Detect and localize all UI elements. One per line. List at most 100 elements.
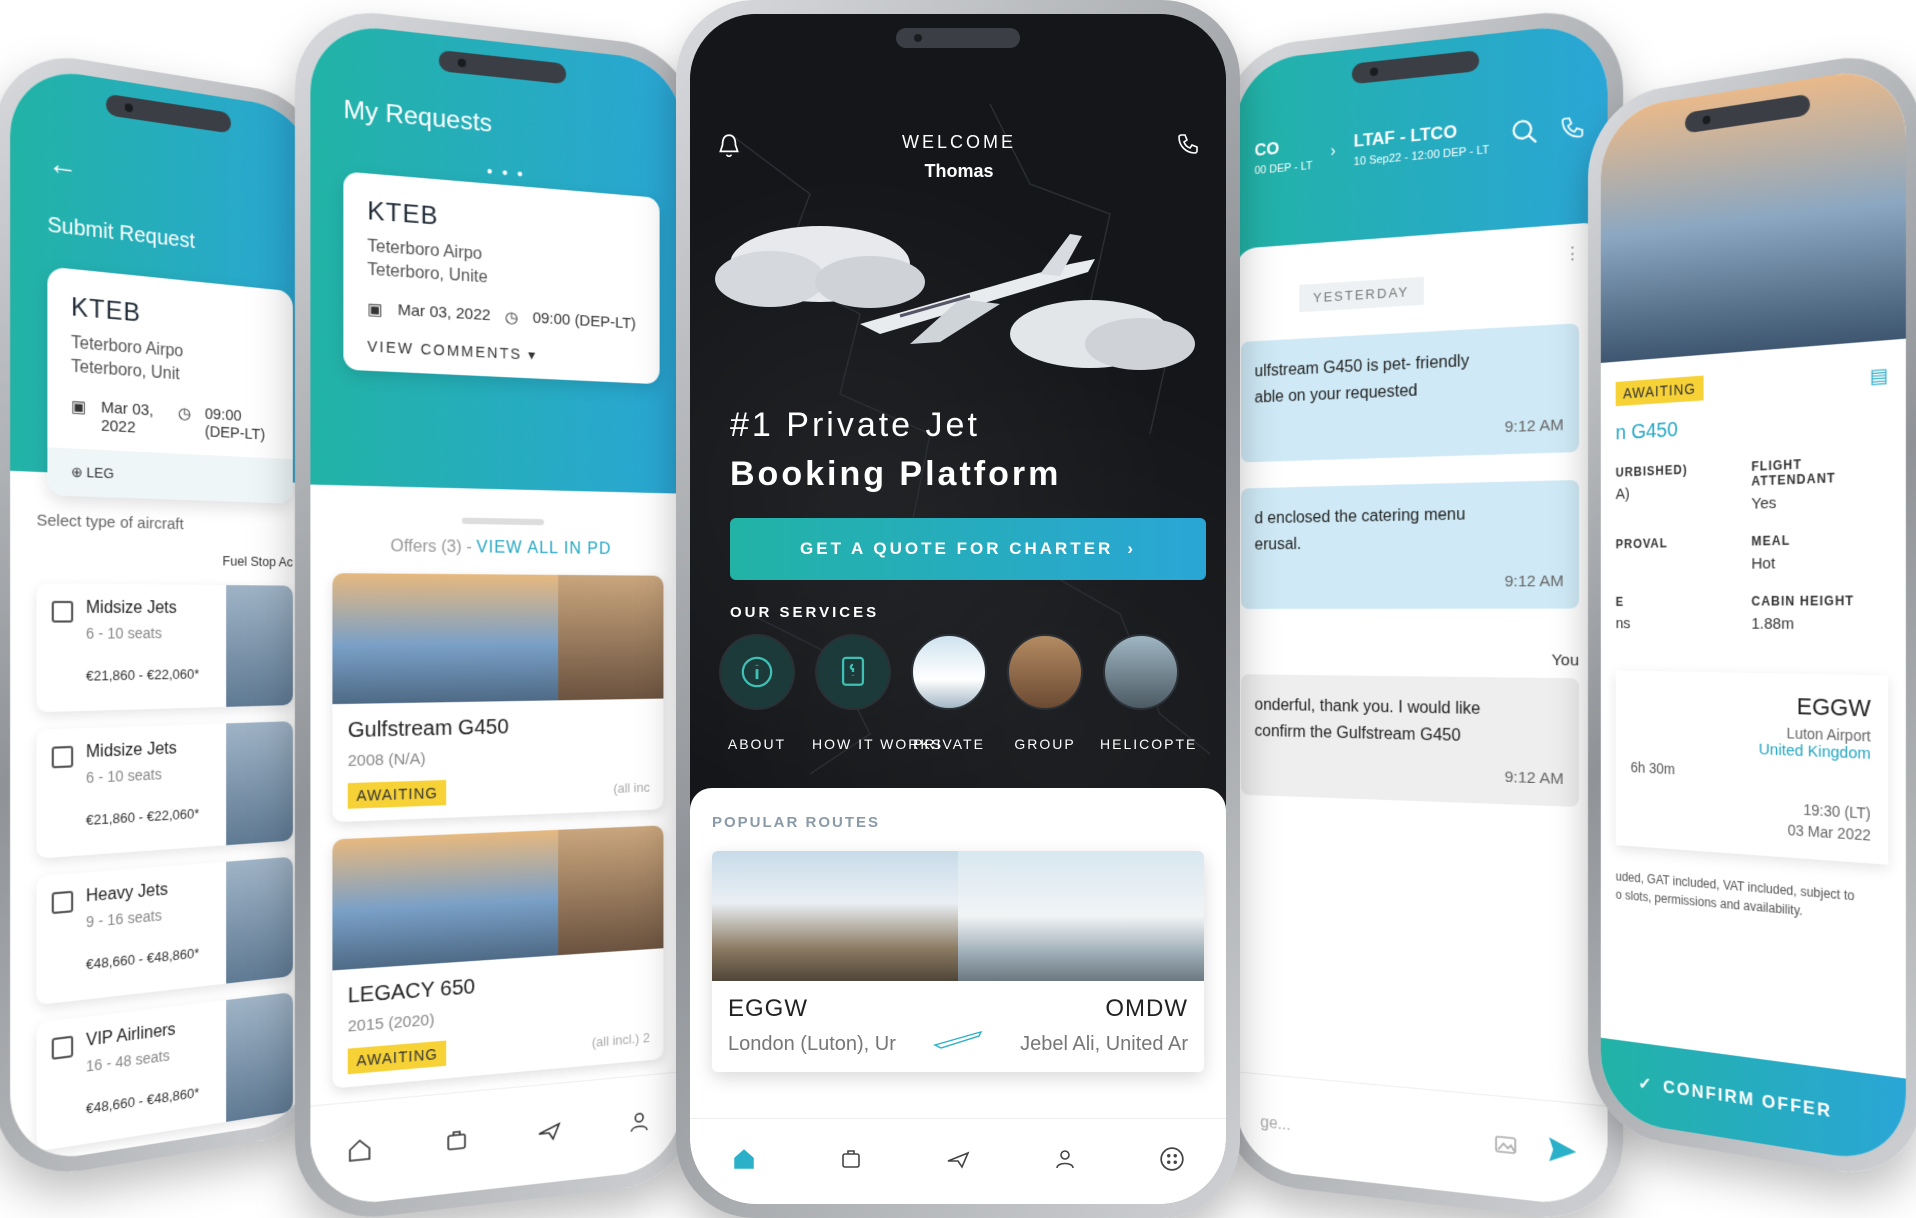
status-badge: AWAITING [1615, 375, 1704, 407]
confirm-offer-label: CONFIRM OFFER [1663, 1076, 1833, 1122]
chevron-down-icon: ▾ [528, 346, 538, 364]
spec-value: ns [1615, 615, 1631, 633]
get-quote-button[interactable]: GET A QUOTE FOR CHARTER › [730, 518, 1206, 580]
spec-key: E [1615, 594, 1625, 609]
previous-route[interactable]: CO 00 DEP - LT [1255, 135, 1313, 178]
hero-jet-illustration [715, 226, 1195, 370]
offers-panel: Offers (3) - VIEW ALL IN PD Gulfstream G… [310, 485, 682, 1091]
fuel-stop-label: Fuel Stop Ac [222, 552, 293, 570]
popular-routes-title: POPULAR ROUTES [712, 814, 881, 831]
search-icon[interactable] [1510, 115, 1540, 153]
apps-icon[interactable] [1159, 1146, 1185, 1177]
spec-value: Hot [1751, 554, 1776, 573]
plane-icon[interactable] [945, 1147, 971, 1176]
aircraft-item[interactable]: Heavy Jets 9 - 16 seats €48,660 - €48,86… [36, 856, 293, 1006]
route-card[interactable]: EGGW London (Luton), Ur OMDW Jebel Ali, … [712, 851, 1204, 1072]
chevron-right-icon: › [1127, 539, 1136, 558]
aircraft-checkbox[interactable] [51, 600, 74, 623]
from-name: London (Luton), Ur [728, 1033, 896, 1055]
departure-time: 09:00 (DEP-LT) [204, 405, 266, 444]
aircraft-item[interactable]: Midsize Jets 6 - 10 seats €21,860 - €22,… [36, 583, 293, 713]
screen-chat: CO 00 DEP - LT › LTAF - LTCO 10 Sep22 - … [1235, 20, 1608, 1210]
bell-icon[interactable] [716, 132, 742, 165]
home-icon[interactable] [347, 1136, 373, 1170]
user-icon[interactable] [1053, 1147, 1077, 1176]
back-arrow-icon[interactable]: ← [47, 146, 293, 212]
aircraft-checkbox[interactable] [51, 890, 74, 915]
user-icon[interactable] [627, 1109, 650, 1141]
dubai-skyline-photo [958, 851, 1204, 981]
calendar-icon: ▣ [367, 300, 383, 320]
headline-line-2: Booking Platform [730, 455, 1062, 493]
service-about[interactable]: ABOUT [716, 634, 798, 752]
helicopter-photo [1103, 634, 1179, 710]
from-code: EGGW [728, 995, 808, 1022]
service-label: GROUP [1014, 736, 1076, 752]
home-icon[interactable] [731, 1146, 757, 1177]
status-badge: AWAITING [347, 1040, 447, 1075]
bag-icon[interactable] [839, 1147, 863, 1176]
offer-card[interactable]: LEGACY 650 2015 (2020) AWAITING (all inc… [332, 825, 664, 1089]
phone-icon[interactable] [1559, 113, 1585, 146]
confirm-offer-button[interactable]: ✓ CONFIRM OFFER [1600, 1037, 1906, 1167]
flight-duration: 6h 30m [1630, 758, 1676, 778]
aircraft-item[interactable]: VIP Airliners 16 - 48 seats €48,660 - €4… [36, 992, 293, 1152]
status-row: AWAITING ▤ [1615, 362, 1889, 407]
book-icon [815, 634, 891, 710]
chat-panel: ⋮ YESTERDAY ulfstream G450 is pet- frien… [1235, 221, 1608, 1210]
plane-icon[interactable] [537, 1117, 561, 1149]
page-title: My Requests [343, 95, 493, 139]
view-comments-label: VIEW COMMENTS [367, 337, 523, 363]
get-quote-label: GET A QUOTE FOR CHARTER [800, 539, 1114, 558]
status-badge: AWAITING [347, 779, 447, 809]
plane-icon [933, 1027, 983, 1056]
spec-item: CABIN HEIGHT 1.88m [1751, 593, 1888, 634]
view-all-pdf-link[interactable]: VIEW ALL IN PD [476, 539, 611, 558]
pdf-icon[interactable]: ▤ [1870, 364, 1889, 388]
request-card[interactable]: KTEB Teterboro Airpo Teterboro, Unit ▣ M… [47, 266, 293, 504]
services-row: ABOUT HOW IT WORKS PRIVATE GROUP HELICOP… [716, 634, 1195, 752]
page-title: Submit Request [47, 213, 195, 254]
incoming-message: ulfstream G450 is pet- friendly able on … [1241, 323, 1580, 463]
service-private[interactable]: PRIVATE [908, 634, 990, 752]
request-card[interactable]: KTEB Teterboro Airpo Teterboro, Unite ▣ … [343, 171, 660, 385]
bag-icon[interactable] [444, 1127, 469, 1160]
message-input[interactable]: ge... [1260, 1113, 1290, 1134]
send-icon[interactable] [1546, 1133, 1579, 1174]
spec-key: URBISHED) [1615, 462, 1688, 480]
spec-value: 1.88m [1751, 615, 1795, 634]
home-top-bar: WELCOME Thomas [716, 132, 1200, 182]
spec-item: MEAL Hot [1751, 531, 1888, 573]
service-how-it-works[interactable]: HOW IT WORKS [812, 634, 941, 752]
welcome-block: WELCOME Thomas [902, 132, 1016, 182]
screen-my-requests: My Requests ● ● ● KTEB Teterboro Airpo T… [310, 20, 683, 1210]
service-label: PRIVATE [913, 736, 985, 752]
requests-header: My Requests ● ● ● KTEB Teterboro Airpo T… [310, 20, 683, 494]
service-group[interactable]: GROUP [1004, 634, 1086, 752]
drag-handle[interactable] [461, 517, 545, 526]
aircraft-item[interactable]: Midsize Jets 6 - 10 seats €21,860 - €22,… [36, 721, 293, 859]
info-icon [719, 634, 795, 710]
offer-body: Gulfstream G450 2008 (N/A) AWAITING (all… [332, 699, 663, 823]
more-vertical-icon[interactable]: ⋮ [1564, 243, 1581, 266]
phone-offer-detail: AWAITING ▤ n G450 URBISHED) A) FLIGHT ATT… [1588, 45, 1916, 1185]
spec-item: PROVAL [1616, 534, 1742, 574]
chevron-right-icon: › [1330, 142, 1336, 161]
service-helicopter[interactable]: HELICOPTE [1100, 634, 1195, 752]
image-icon[interactable] [1493, 1131, 1519, 1164]
clock-icon: ◷ [504, 308, 519, 327]
london-skyline-photo [712, 851, 958, 981]
aircraft-checkbox[interactable] [51, 1035, 74, 1060]
current-route[interactable]: LTAF - LTCO 10 Sep22 - 12:00 DEP - LT [1354, 118, 1490, 169]
offer-images [332, 573, 664, 705]
offer-card[interactable]: Gulfstream G450 2008 (N/A) AWAITING (all… [332, 573, 664, 823]
day-separator: YESTERDAY [1299, 276, 1424, 313]
phone-icon[interactable] [1176, 132, 1200, 161]
price-inclusion: (all incl.) 2 [591, 1029, 650, 1051]
composer-actions [1493, 1128, 1579, 1174]
date-row: ▣ Mar 03, 2022 ◷ 09:00 (DEP-LT) [71, 396, 274, 444]
aircraft-checkbox[interactable] [51, 745, 74, 769]
aircraft-thumbnail [226, 585, 293, 707]
phone-notch [896, 28, 1020, 48]
screen-offer-detail: AWAITING ▤ n G450 URBISHED) A) FLIGHT ATT… [1600, 63, 1906, 1167]
